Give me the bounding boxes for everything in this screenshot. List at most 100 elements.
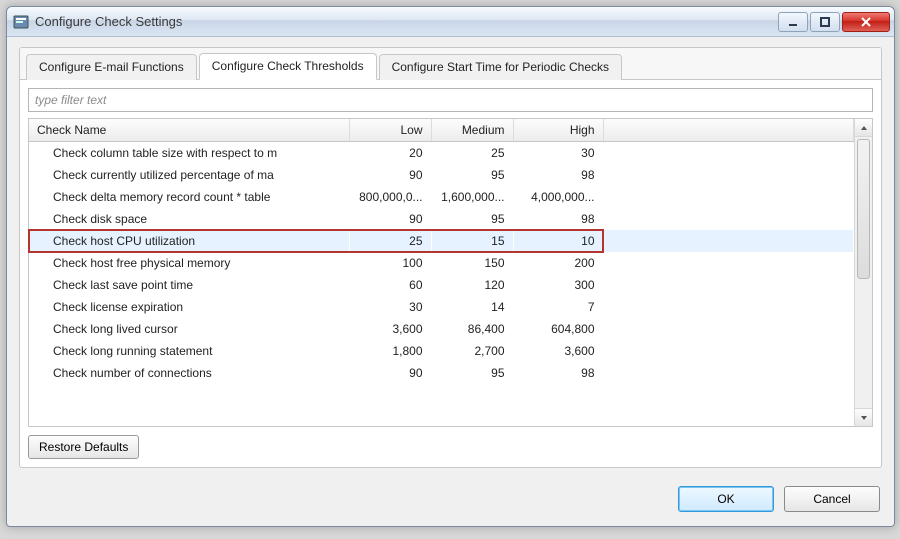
- cell-empty: [603, 318, 854, 340]
- tab-start-time-periodic[interactable]: Configure Start Time for Periodic Checks: [379, 54, 622, 80]
- cell-check-name: Check column table size with respect to …: [29, 142, 349, 164]
- close-button[interactable]: [842, 12, 890, 32]
- cell-medium: 86,400: [431, 318, 513, 340]
- table-row[interactable]: Check license expiration30147: [29, 296, 854, 318]
- tab-label: Configure E-mail Functions: [39, 60, 184, 74]
- table-row[interactable]: Check delta memory record count * table8…: [29, 186, 854, 208]
- cell-low: 30: [349, 296, 431, 318]
- cell-low: 100: [349, 252, 431, 274]
- cell-high: 4,000,000...: [513, 186, 603, 208]
- cell-high: 98: [513, 208, 603, 230]
- cell-low: 20: [349, 142, 431, 164]
- cell-medium: 95: [431, 362, 513, 384]
- cell-high: 200: [513, 252, 603, 274]
- cell-check-name: Check last save point time: [29, 274, 349, 296]
- cell-empty: [603, 142, 854, 164]
- scroll-up-arrow-icon[interactable]: [855, 119, 872, 137]
- table-row[interactable]: Check disk space909598: [29, 208, 854, 230]
- thresholds-table: Check Name Low Medium High Check column …: [28, 118, 873, 427]
- cell-low: 1,800: [349, 340, 431, 362]
- cell-low: 90: [349, 208, 431, 230]
- cell-high: 10: [513, 230, 603, 252]
- cell-check-name: Check currently utilized percentage of m…: [29, 164, 349, 186]
- cell-empty: [603, 230, 854, 252]
- table-row[interactable]: Check column table size with respect to …: [29, 142, 854, 164]
- cell-empty: [603, 252, 854, 274]
- content: Configure E-mail Functions Configure Che…: [7, 37, 894, 476]
- cell-medium: 150: [431, 252, 513, 274]
- dialog-footer: OK Cancel: [7, 476, 894, 526]
- cell-medium: 15: [431, 230, 513, 252]
- cell-empty: [603, 186, 854, 208]
- col-header-medium[interactable]: Medium: [431, 119, 513, 142]
- cell-empty: [603, 296, 854, 318]
- table-row[interactable]: Check host free physical memory100150200: [29, 252, 854, 274]
- cell-high: 7: [513, 296, 603, 318]
- cell-empty: [603, 164, 854, 186]
- cell-high: 3,600: [513, 340, 603, 362]
- cell-check-name: Check host CPU utilization: [29, 230, 349, 252]
- cell-check-name: Check host free physical memory: [29, 252, 349, 274]
- panel: Configure E-mail Functions Configure Che…: [19, 47, 882, 468]
- titlebar[interactable]: Configure Check Settings: [7, 7, 894, 37]
- cell-low: 3,600: [349, 318, 431, 340]
- cell-medium: 95: [431, 208, 513, 230]
- scroll-track[interactable]: [855, 137, 872, 408]
- table-row[interactable]: Check currently utilized percentage of m…: [29, 164, 854, 186]
- caption-buttons: [778, 12, 890, 32]
- filter-input[interactable]: [28, 88, 873, 112]
- cell-high: 98: [513, 164, 603, 186]
- cell-high: 98: [513, 362, 603, 384]
- col-header-empty[interactable]: [603, 119, 854, 142]
- scroll-down-arrow-icon[interactable]: [855, 408, 872, 426]
- minimize-button[interactable]: [778, 12, 808, 32]
- scroll-thumb[interactable]: [857, 139, 870, 279]
- cell-medium: 120: [431, 274, 513, 296]
- ok-button[interactable]: OK: [678, 486, 774, 512]
- cell-check-name: Check license expiration: [29, 296, 349, 318]
- window-title: Configure Check Settings: [35, 14, 182, 29]
- cell-medium: 2,700: [431, 340, 513, 362]
- vertical-scrollbar[interactable]: [854, 119, 872, 426]
- restore-defaults-button[interactable]: Restore Defaults: [28, 435, 139, 459]
- cell-empty: [603, 362, 854, 384]
- cell-high: 300: [513, 274, 603, 296]
- cell-low: 90: [349, 164, 431, 186]
- table-row[interactable]: Check long running statement1,8002,7003,…: [29, 340, 854, 362]
- cell-check-name: Check long running statement: [29, 340, 349, 362]
- table-row[interactable]: Check last save point time60120300: [29, 274, 854, 296]
- table-row[interactable]: Check long lived cursor3,60086,400604,80…: [29, 318, 854, 340]
- cell-empty: [603, 274, 854, 296]
- maximize-button[interactable]: [810, 12, 840, 32]
- cell-medium: 25: [431, 142, 513, 164]
- tab-bar: Configure E-mail Functions Configure Che…: [20, 48, 881, 80]
- cell-high: 30: [513, 142, 603, 164]
- cell-low: 800,000,0...: [349, 186, 431, 208]
- cell-check-name: Check disk space: [29, 208, 349, 230]
- cell-check-name: Check number of connections: [29, 362, 349, 384]
- tab-email-functions[interactable]: Configure E-mail Functions: [26, 54, 197, 80]
- cell-check-name: Check long lived cursor: [29, 318, 349, 340]
- tab-check-thresholds[interactable]: Configure Check Thresholds: [199, 53, 377, 80]
- cell-empty: [603, 208, 854, 230]
- tab-body: Check Name Low Medium High Check column …: [20, 80, 881, 467]
- table-row[interactable]: Check host CPU utilization251510: [29, 230, 854, 252]
- table-row[interactable]: Check number of connections909598: [29, 362, 854, 384]
- cell-low: 25: [349, 230, 431, 252]
- cell-low: 60: [349, 274, 431, 296]
- cell-medium: 95: [431, 164, 513, 186]
- col-header-low[interactable]: Low: [349, 119, 431, 142]
- cell-high: 604,800: [513, 318, 603, 340]
- cell-medium: 14: [431, 296, 513, 318]
- cell-check-name: Check delta memory record count * table: [29, 186, 349, 208]
- table-header-row: Check Name Low Medium High: [29, 119, 854, 142]
- app-icon: [13, 14, 29, 30]
- cell-medium: 1,600,000...: [431, 186, 513, 208]
- col-header-high[interactable]: High: [513, 119, 603, 142]
- cancel-button[interactable]: Cancel: [784, 486, 880, 512]
- tab-label: Configure Check Thresholds: [212, 59, 364, 73]
- col-header-name[interactable]: Check Name: [29, 119, 349, 142]
- cell-empty: [603, 340, 854, 362]
- cell-low: 90: [349, 362, 431, 384]
- tab-label: Configure Start Time for Periodic Checks: [392, 60, 609, 74]
